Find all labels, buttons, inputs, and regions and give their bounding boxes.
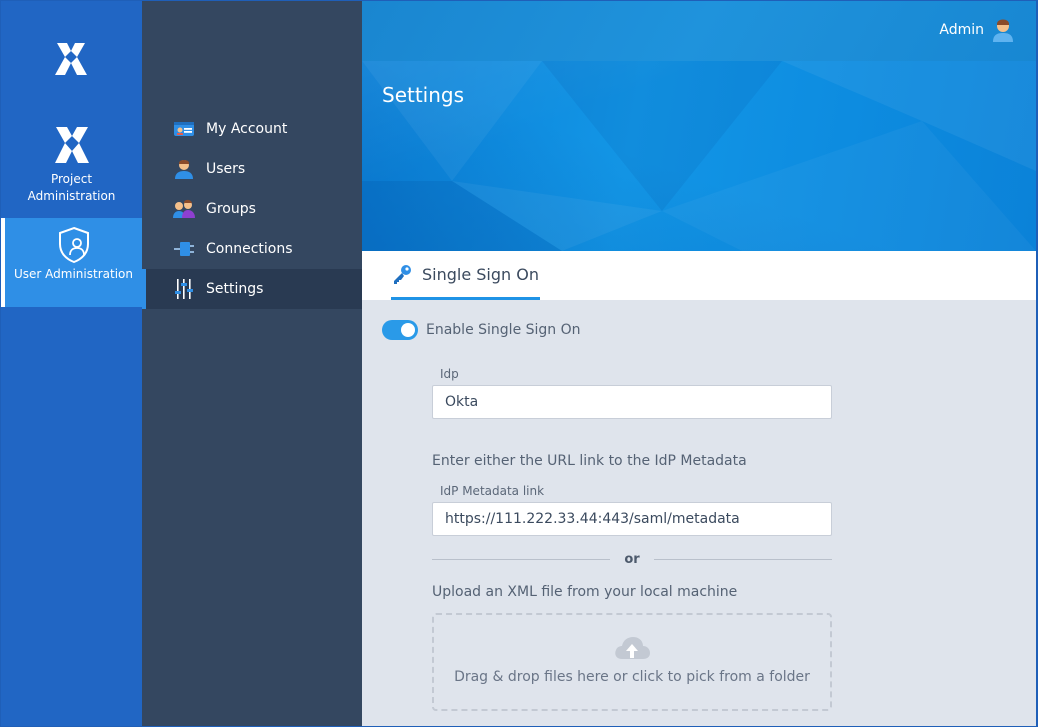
url-hint: Enter either the URL link to the IdP Met… [432, 453, 747, 469]
nav-item-users[interactable]: Users [142, 149, 362, 189]
sliders-icon [172, 277, 196, 301]
rail-item-project-administration[interactable]: Project Administration [1, 123, 142, 215]
nav-label-users: Users [206, 161, 246, 177]
rail-project-label-1: Project [50, 172, 93, 186]
page-header: Settings [362, 61, 1036, 251]
enable-sso-label: Enable Single Sign On [426, 322, 581, 338]
enable-sso-row: Enable Single Sign On [382, 320, 581, 340]
metadata-value: https://111.222.33.44:443/saml/metadata [445, 511, 740, 527]
tab-single-sign-on[interactable]: Single Sign On [391, 251, 540, 300]
nav-item-connections[interactable]: Connections [142, 229, 362, 269]
shield-user-icon [56, 226, 92, 264]
rail-project-label-2: Administration [27, 189, 116, 203]
cloud-upload-icon [612, 633, 652, 663]
user-menu[interactable]: Admin [939, 17, 1014, 43]
enable-sso-toggle[interactable] [382, 320, 418, 340]
key-icon [391, 263, 413, 285]
top-bar: Admin [362, 1, 1036, 61]
file-drop-zone[interactable]: Drag & drop files here or click to pick … [432, 613, 832, 711]
metadata-label: IdP Metadata link [440, 484, 545, 498]
nav-label-connections: Connections [206, 241, 293, 257]
tab-label: Single Sign On [422, 264, 539, 284]
metadata-link-input[interactable]: https://111.222.33.44:443/saml/metadata [432, 502, 832, 536]
app-rail: Project Administration User Administrati… [1, 1, 142, 726]
upload-hint: Upload an XML file from your local machi… [432, 584, 738, 600]
divider-line-right [653, 558, 832, 560]
nav-item-settings[interactable]: Settings [142, 269, 362, 309]
group-icon [172, 197, 196, 221]
project-admin-icon [52, 123, 92, 169]
id-card-icon [172, 117, 196, 141]
nav-label-groups: Groups [206, 201, 256, 217]
settings-nav: My Account Users Groups Connections Sett… [142, 1, 362, 726]
rail-user-admin-label: User Administration [14, 267, 133, 281]
avatar-icon [992, 17, 1014, 43]
nav-item-groups[interactable]: Groups [142, 189, 362, 229]
page-title: Settings [382, 83, 465, 107]
or-text: or [624, 551, 640, 567]
idp-select[interactable]: Okta [432, 385, 832, 419]
or-divider: or [432, 549, 832, 569]
tab-bar: Single Sign On [362, 251, 1036, 300]
user-name: Admin [939, 22, 984, 38]
rail-item-user-administration[interactable]: User Administration [1, 218, 142, 307]
idp-value: Okta [445, 394, 479, 410]
divider-line-left [432, 558, 611, 560]
nav-item-my-account[interactable]: My Account [142, 109, 362, 149]
app-logo-icon[interactable] [51, 39, 91, 79]
nav-label-my-account: My Account [206, 121, 288, 137]
idp-label: Idp [440, 367, 459, 381]
user-icon [172, 157, 196, 181]
connection-icon [172, 237, 196, 261]
nav-label-settings: Settings [206, 281, 264, 297]
main-content: Admin Settings Single Sign On Enable Sin… [362, 1, 1036, 726]
drop-zone-text: Drag & drop files here or click to pick … [454, 669, 810, 685]
